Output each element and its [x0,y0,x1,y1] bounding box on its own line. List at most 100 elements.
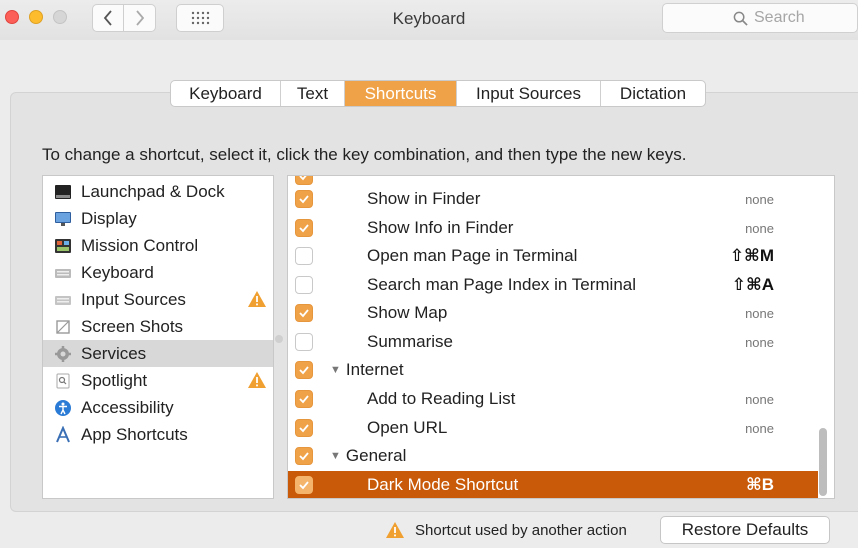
zoom-window-button[interactable] [53,10,67,24]
warning-icon [386,522,404,538]
list-item[interactable]: Summarise none [288,328,818,357]
checkmark-icon [299,481,309,490]
show-all-button[interactable] [176,4,224,32]
sidebar-item-services[interactable]: Services [43,340,273,367]
shortcut-label: Open URL [367,418,448,438]
chevron-right-icon [135,10,144,26]
checkmark-icon [299,452,309,461]
checkmark-icon [299,424,309,433]
services-gear-icon [53,345,73,363]
shortcut-key[interactable]: none [745,335,774,350]
input-sources-icon [53,291,73,309]
checkmark-icon [299,176,307,181]
shortcut-key[interactable]: ⇧⌘M [730,246,774,266]
forward-button[interactable] [124,4,156,32]
group-row-general[interactable]: ▼ General [288,442,818,471]
grid-icon [191,11,210,25]
list-item[interactable]: Show Map none [288,299,818,328]
shortcut-key[interactable]: none [745,306,774,321]
checkbox[interactable] [295,247,313,266]
sidebar-item-launchpad-dock[interactable]: Launchpad & Dock [43,178,273,205]
sidebar-item-spotlight[interactable]: Spotlight [43,367,273,394]
disclosure-triangle-icon[interactable]: ▼ [330,364,341,376]
conflict-note-text: Shortcut used by another action [415,521,627,539]
group-row-internet[interactable]: ▼ Internet [288,356,818,385]
shortcut-key[interactable]: none [745,221,774,236]
tab-shortcuts[interactable]: Shortcuts [345,81,457,106]
category-list[interactable]: Launchpad & Dock Display Mission Control… [42,175,274,499]
list-item-selected[interactable]: Dark Mode Shortcut ⌘B [288,471,818,498]
checkbox[interactable] [295,476,313,495]
shortcut-label: Add to Reading List [367,389,516,409]
sidebar-item-keyboard[interactable]: Keyboard [43,259,273,286]
accessibility-icon [53,399,73,417]
shortcut-key[interactable]: ⇧⌘A [732,275,774,295]
sidebar-item-input-sources[interactable]: Input Sources [43,286,273,313]
shortcut-label: Open man Page in Terminal [367,246,578,266]
sidebar-item-label: App Shortcuts [81,424,188,444]
list-item[interactable]: Search man Page Index in Terminal ⇧⌘A [288,271,818,300]
sidebar-item-label: Launchpad & Dock [81,181,225,201]
scrollbar-thumb[interactable] [819,428,827,496]
shortcut-key[interactable]: none [745,421,774,436]
sidebar-item-label: Display [81,208,137,228]
display-icon [53,210,73,228]
screen-shots-icon [53,318,73,336]
checkbox[interactable] [295,333,313,352]
shortcut-key[interactable]: none [745,192,774,207]
search-input[interactable] [754,9,844,27]
sidebar-item-label: Services [81,343,147,363]
tab-text[interactable]: Text [281,81,345,106]
checkbox[interactable] [295,361,313,380]
sidebar-item-label: Spotlight [81,370,148,390]
list-item[interactable]: Show Info in Finder none [288,214,818,243]
list-item[interactable]: Show in Finder none [288,185,818,214]
sidebar-item-mission-control[interactable]: Mission Control [43,232,273,259]
sidebar-item-display[interactable]: Display [43,205,273,232]
app-shortcuts-icon [53,425,73,444]
checkbox[interactable] [295,276,313,295]
list-item[interactable]: Open man Page in Terminal ⇧⌘M [288,242,818,271]
checkmark-icon [299,309,309,318]
tab-keyboard[interactable]: Keyboard [171,81,281,106]
sidebar-item-app-shortcuts[interactable]: App Shortcuts [43,421,273,448]
group-header[interactable]: ▼ Internet [330,360,404,380]
checkbox[interactable] [295,304,313,323]
checkmark-icon [299,366,309,375]
back-button[interactable] [92,4,124,32]
close-window-button[interactable] [5,10,19,24]
checkbox[interactable] [295,176,313,186]
restore-defaults-button[interactable]: Restore Defaults [660,516,830,544]
checkbox[interactable] [295,219,313,238]
splitter-handle[interactable] [275,335,283,343]
chevron-left-icon [103,10,112,26]
checkbox[interactable] [295,390,313,409]
search-field[interactable] [662,3,858,33]
tab-input-sources[interactable]: Input Sources [457,81,601,106]
sidebar-item-screen-shots[interactable]: Screen Shots [43,313,273,340]
checkbox[interactable] [295,419,313,438]
sidebar-item-accessibility[interactable]: Accessibility [43,394,273,421]
list-item[interactable]: Open URL none [288,414,818,443]
shortcut-label: Show Map [367,303,448,323]
group-header[interactable]: ▼ General [330,446,406,466]
checkbox[interactable] [295,190,313,209]
tab-dictation[interactable]: Dictation [601,81,705,106]
checkmark-icon [299,195,309,204]
shortcut-key[interactable]: none [745,392,774,407]
shortcut-key[interactable]: ⌘B [746,475,774,495]
warning-icon [248,372,266,388]
disclosure-triangle-icon[interactable]: ▼ [330,450,341,462]
launchpad-dock-icon [53,183,73,201]
checkbox[interactable] [295,447,313,466]
group-label: Internet [345,360,404,380]
shortcut-list[interactable]: Show in Finder none Show Info in Finder … [287,175,835,499]
shortcut-label: Search man Page Index in Terminal [367,275,637,295]
minimize-window-button[interactable] [29,10,43,24]
mission-control-icon [53,237,73,255]
sidebar-item-label: Screen Shots [81,316,184,336]
sidebar-item-label: Accessibility [81,397,174,417]
sidebar-item-label: Input Sources [81,289,186,309]
keyboard-icon [53,264,73,282]
list-item[interactable]: Add to Reading List none [288,385,818,414]
